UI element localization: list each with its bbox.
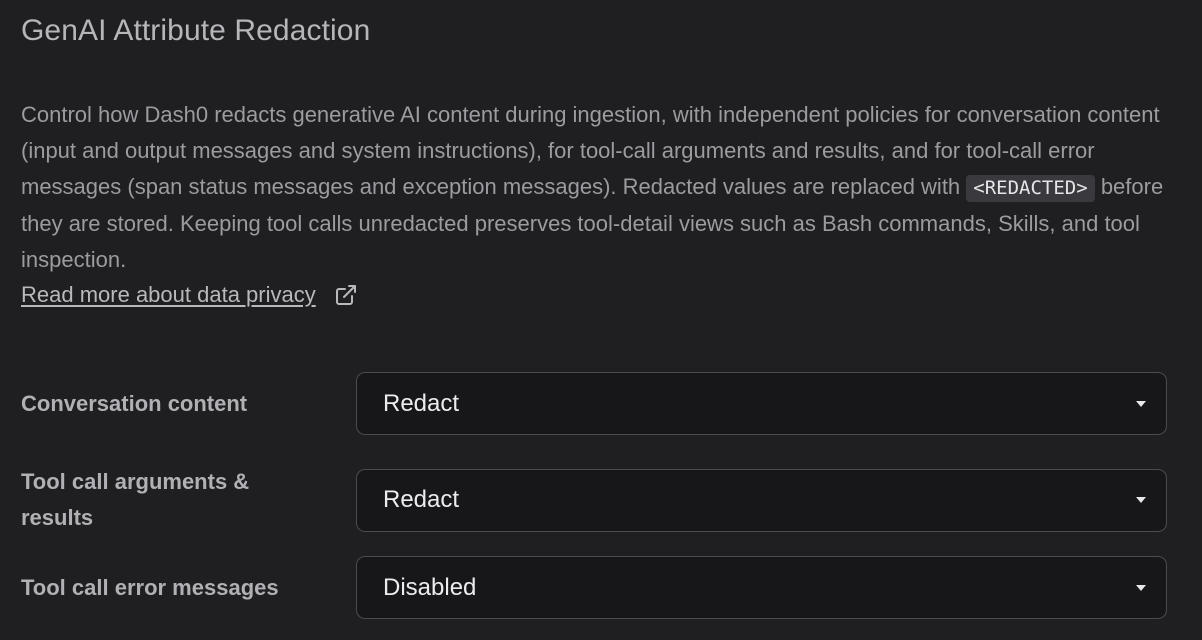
select-value: Disabled [383, 573, 477, 601]
data-privacy-link-row: Read more about data privacy [21, 282, 358, 308]
setting-label-tool-call-errors: Tool call error messages [21, 574, 279, 600]
tool-call-errors-select[interactable]: Disabled [356, 556, 1167, 619]
setting-row-conversation-content: Conversation content Redact [21, 372, 1168, 435]
external-link-icon[interactable] [334, 283, 358, 307]
setting-row-tool-call-arguments: Tool call arguments & results Redact [21, 464, 1168, 536]
setting-row-tool-call-errors: Tool call error messages Disabled [21, 556, 1168, 619]
select-value: Redact [383, 389, 460, 417]
chevron-down-icon [1136, 497, 1146, 503]
chevron-down-icon [1136, 584, 1146, 591]
section-title: GenAI Attribute Redaction [21, 14, 371, 47]
data-privacy-link[interactable]: Read more about data privacy [21, 282, 316, 308]
redacted-code-token: <REDACTED> [966, 175, 1095, 202]
setting-label-conversation-content: Conversation content [21, 390, 248, 416]
tool-call-arguments-select[interactable]: Redact [356, 468, 1167, 532]
conversation-content-select[interactable]: Redact [356, 372, 1167, 435]
section-description: Control how Dash0 redacts generative AI … [21, 97, 1181, 278]
select-value: Redact [383, 486, 460, 513]
setting-label-tool-call-arguments: Tool call arguments & results [21, 469, 250, 530]
chevron-down-icon [1136, 400, 1146, 407]
